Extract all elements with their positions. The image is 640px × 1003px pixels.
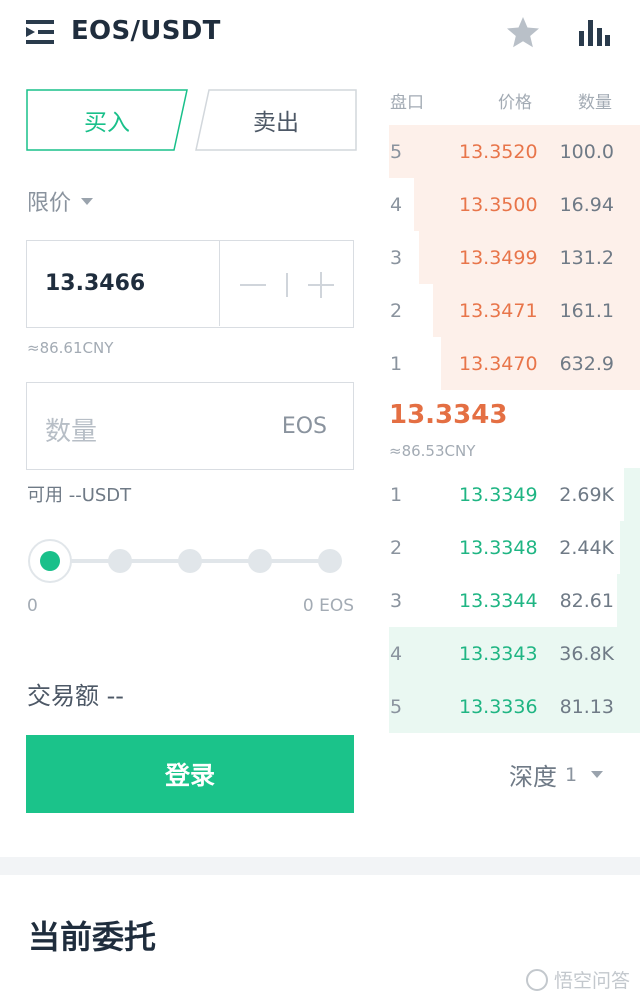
bid-level: 4 [390,643,403,665]
watermark: 悟空问答 [525,966,630,993]
ask-row[interactable]: 4 13.3500 16.94 [389,178,640,231]
order-type-label: 限价 [27,191,72,216]
chart-icon[interactable] [578,16,610,48]
ask-level: 5 [390,141,403,163]
ask-price: 13.3471 [459,300,538,322]
ask-row[interactable]: 3 13.3499 131.2 [389,231,640,284]
bid-row[interactable]: 5 13.3336 81.13 [389,680,640,733]
bid-price: 13.3348 [459,537,538,559]
price-field[interactable]: 13.3466 [26,240,354,328]
slider-stop-100[interactable] [318,549,342,573]
pair-title[interactable]: EOS/USDT [71,16,221,46]
available-balance: 可用 --USDT [27,485,132,506]
bid-qty: 36.8K [559,643,614,665]
bid-qty: 2.44K [559,537,614,559]
ask-level: 4 [390,194,403,216]
trade-amount: 交易额 -- [27,682,124,710]
ask-qty: 161.1 [559,300,614,322]
price-cny-estimate: ≈86.61CNY [27,339,114,357]
orderbook-header-qty: 数量 [578,93,612,113]
top-bar: EOS/USDT [0,0,640,66]
minus-icon[interactable] [240,284,266,286]
order-type-select[interactable]: 限价 [27,185,94,217]
bid-row[interactable]: 1 13.3349 2.69K [389,468,640,521]
quantity-field[interactable]: 数量 EOS [26,382,354,470]
tab-sell-label: 卖出 [253,110,299,136]
tab-sell[interactable]: 卖出 [195,89,357,151]
watermark-logo-icon [525,968,548,991]
price-value[interactable]: 13.3466 [45,271,145,296]
depth-value: 1 [565,763,578,786]
watermark-text: 悟空问答 [553,970,630,992]
caret-down-icon [591,771,604,778]
ask-row[interactable]: 2 13.3471 161.1 [389,284,640,337]
ask-level: 3 [390,247,403,269]
bid-level: 2 [390,537,403,559]
depth-select[interactable]: 深度 1 [509,757,604,792]
tab-buy-label: 买入 [84,110,130,136]
bid-price: 13.3349 [459,484,538,506]
slider-stop-25[interactable] [108,549,132,573]
tab-buy[interactable]: 买入 [26,89,188,151]
bid-row[interactable]: 3 13.3344 82.61 [389,574,640,627]
bid-level: 5 [390,696,403,718]
current-orders-title: 当前委托 [28,918,157,956]
ask-qty: 16.94 [559,194,614,216]
ask-price: 13.3500 [459,194,538,216]
ask-qty: 131.2 [559,247,614,269]
plus-icon-vertical[interactable] [320,272,322,298]
bid-qty: 2.69K [559,484,614,506]
orderbook-header-level: 盘口 [390,93,424,113]
ask-price: 13.3520 [459,141,538,163]
slider-stop-75[interactable] [248,549,272,573]
last-price-cny: ≈86.53CNY [389,442,476,460]
login-button[interactable]: 登录 [26,735,354,813]
slider-stop-50[interactable] [178,549,202,573]
ask-qty: 100.0 [559,141,614,163]
bid-level: 1 [390,484,403,506]
bid-row[interactable]: 4 13.3343 36.8K [389,627,640,680]
bid-price: 13.3343 [459,643,538,665]
slider-max-label: 0 EOS [302,596,354,616]
amount-slider[interactable] [26,536,354,586]
price-stepper [219,241,353,326]
bid-price: 13.3344 [459,590,538,612]
bid-price: 13.3336 [459,696,538,718]
caret-down-icon [81,197,94,205]
ask-price: 13.3499 [459,247,538,269]
bid-level: 3 [390,590,403,612]
ask-level: 1 [390,353,403,375]
star-icon[interactable] [505,15,541,51]
ask-row[interactable]: 1 13.3470 632.9 [389,337,640,390]
bid-qty: 82.61 [559,590,614,612]
quantity-unit: EOS [281,414,327,439]
stepper-divider [286,273,288,297]
last-price[interactable]: 13.3343 [389,400,507,430]
slider-handle[interactable] [28,539,72,583]
bid-qty: 81.13 [559,696,614,718]
bid-row[interactable]: 2 13.3348 2.44K [389,521,640,574]
orderbook-header-price: 价格 [498,93,532,113]
ask-row[interactable]: 5 13.3520 100.0 [389,125,640,178]
depth-label: 深度 [509,763,557,791]
ask-qty: 632.9 [559,353,614,375]
ask-price: 13.3470 [459,353,538,375]
ask-level: 2 [390,300,403,322]
quantity-placeholder[interactable]: 数量 [45,411,97,448]
section-divider [0,857,640,875]
menu-icon[interactable] [26,19,54,45]
slider-min-label: 0 [27,596,38,616]
